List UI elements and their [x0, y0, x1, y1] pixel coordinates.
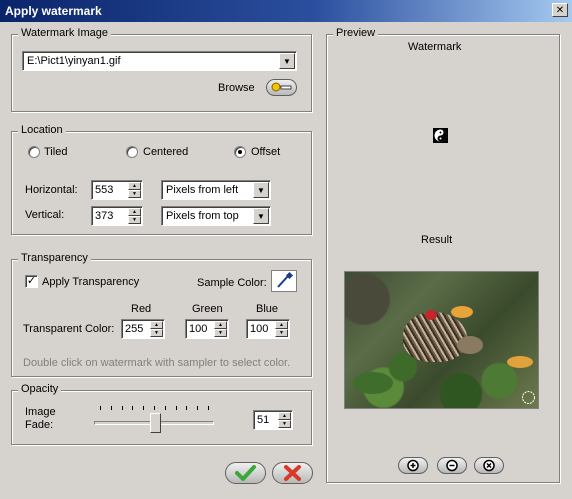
slider-tick: [176, 406, 177, 410]
spin-down-icon[interactable]: ▼: [278, 420, 291, 428]
chevron-down-icon[interactable]: ▼: [279, 53, 295, 69]
slider-tick: [132, 406, 133, 410]
apply-transparency-checkbox[interactable]: ✓: [25, 275, 38, 288]
slider-tick: [122, 406, 123, 410]
spin-up-icon[interactable]: ▲: [214, 321, 227, 329]
spin-down-icon[interactable]: ▼: [214, 329, 227, 337]
radio-centered[interactable]: [126, 146, 138, 158]
vertical-mode-combo[interactable]: Pixels from top ▼: [161, 206, 271, 226]
vertical-value: 373: [95, 210, 114, 222]
fade-spinner[interactable]: 51 ▲ ▼: [253, 410, 293, 430]
close-icon: ✕: [555, 5, 565, 16]
preview-watermark-label: Watermark: [408, 41, 462, 53]
sampler-hint: Double click on watermark with sampler t…: [23, 357, 291, 369]
slider-tick: [186, 406, 187, 410]
spin-up-icon[interactable]: ▲: [150, 321, 163, 329]
green-label: Green: [192, 303, 223, 315]
radio-tiled[interactable]: [28, 146, 40, 158]
transparent-color-label: Transparent Color:: [23, 323, 115, 335]
location-legend: Location: [18, 124, 66, 136]
preview-result-label: Result: [421, 234, 453, 246]
radio-centered-label: Centered: [143, 146, 189, 158]
browse-button[interactable]: [266, 79, 297, 96]
radio-offset-dot: [238, 150, 242, 154]
radio-tiled-label: Tiled: [44, 146, 68, 158]
radio-offset[interactable]: [234, 146, 246, 158]
spin-down-icon[interactable]: ▼: [128, 216, 141, 224]
slider-tick: [208, 406, 209, 410]
slider-tick: [197, 406, 198, 410]
horizontal-label: Horizontal:: [25, 184, 78, 196]
watermark-thumbnail: [433, 128, 448, 143]
result-preview-image: [344, 271, 539, 409]
horizontal-spinner[interactable]: 553 ▲ ▼: [91, 180, 143, 200]
red-spinner[interactable]: 255 ▲ ▼: [121, 319, 165, 339]
spin-up-icon[interactable]: ▲: [278, 412, 291, 420]
zoom-out-icon: [446, 459, 458, 472]
slider-tick: [143, 406, 144, 410]
slider-tick: [154, 406, 155, 410]
title-bar: Apply watermark ✕: [0, 0, 572, 22]
red-value: 255: [125, 323, 144, 335]
preview-legend: Preview: [333, 27, 379, 39]
watermark-image-group: Watermark Image: [11, 27, 312, 112]
vertical-label: Vertical:: [25, 209, 65, 221]
spin-up-icon[interactable]: ▲: [128, 182, 141, 190]
close-button[interactable]: ✕: [552, 3, 568, 17]
checkmark-icon: [235, 465, 256, 481]
spin-down-icon[interactable]: ▼: [128, 190, 141, 198]
transparency-legend: Transparency: [18, 252, 91, 264]
watermark-path-combo[interactable]: E:\Pict1\yinyan1.gif ▼: [22, 51, 297, 71]
spin-up-icon[interactable]: ▲: [128, 208, 141, 216]
horizontal-mode-combo[interactable]: Pixels from left ▼: [161, 180, 271, 200]
blue-spinner[interactable]: 100 ▲ ▼: [246, 319, 290, 339]
slider-tick: [100, 406, 101, 410]
zoom-reset-button[interactable]: [474, 457, 504, 474]
fade-slider-thumb[interactable]: [150, 413, 161, 433]
x-cancel-icon: [284, 465, 301, 481]
eyedropper-icon: [277, 271, 294, 288]
radio-offset-label: Offset: [251, 146, 281, 158]
watermark-path-value: E:\Pict1\yinyan1.gif: [27, 55, 121, 67]
window-title: Apply watermark: [5, 4, 102, 18]
chevron-down-icon[interactable]: ▼: [253, 208, 269, 224]
spin-up-icon[interactable]: ▲: [275, 321, 288, 329]
cancel-button[interactable]: [272, 462, 313, 484]
yin-yang-icon: [434, 129, 447, 142]
fade-value: 51: [257, 414, 270, 426]
slider-tick: [165, 406, 166, 410]
chevron-down-icon[interactable]: ▼: [253, 182, 269, 198]
preview-group: Preview: [326, 27, 560, 483]
zoom-out-button[interactable]: [437, 457, 467, 474]
zoom-in-button[interactable]: [398, 457, 428, 474]
vertical-mode-value: Pixels from top: [166, 210, 239, 222]
spin-down-icon[interactable]: ▼: [275, 329, 288, 337]
sample-color-label: Sample Color:: [197, 277, 267, 289]
vertical-spinner[interactable]: 373 ▲ ▼: [91, 206, 143, 226]
green-spinner[interactable]: 100 ▲ ▼: [185, 319, 229, 339]
zoom-in-icon: [407, 459, 419, 472]
spin-down-icon[interactable]: ▼: [150, 329, 163, 337]
browse-folder-icon: [271, 82, 292, 92]
browse-label: Browse: [218, 82, 255, 94]
horizontal-mode-value: Pixels from left: [166, 184, 239, 196]
zoom-reset-icon: [483, 459, 495, 472]
apply-transparency-label: Apply Transparency: [42, 276, 140, 288]
sampler-button[interactable]: [271, 270, 297, 292]
image-fade-label-line2: Fade:: [25, 419, 54, 431]
yin-yang-icon: [522, 391, 535, 404]
horizontal-value: 553: [95, 184, 114, 196]
image-fade-label-line1: Image: [25, 406, 56, 418]
red-label: Red: [131, 303, 152, 315]
green-value: 100: [189, 323, 208, 335]
slider-tick: [111, 406, 112, 410]
watermark-image-legend: Watermark Image: [18, 27, 112, 39]
ok-button[interactable]: [225, 462, 266, 484]
blue-value: 100: [250, 323, 269, 335]
opacity-legend: Opacity: [18, 383, 62, 395]
blue-label: Blue: [256, 303, 279, 315]
